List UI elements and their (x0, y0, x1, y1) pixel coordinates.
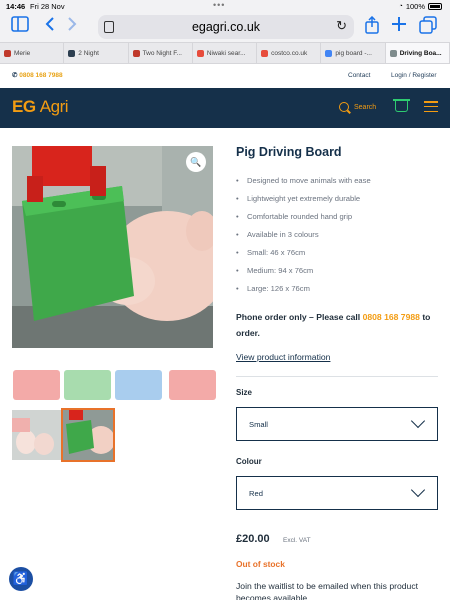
search-button[interactable]: Search (339, 102, 376, 112)
product-main-image[interactable] (12, 146, 213, 348)
contact-link[interactable]: Contact (348, 72, 370, 79)
header-phone-number: 0808 168 7988 (19, 72, 63, 79)
tab-favicon (389, 49, 397, 57)
product-title: Pig Driving Board (236, 145, 342, 159)
browser-tab-bar: Merie 2 Night Two Night F... Niwaki sear… (0, 42, 450, 64)
accessibility-icon[interactable]: ♿ (9, 567, 33, 591)
multitask-dots-icon[interactable]: ••• (213, 0, 225, 10)
tab-label: costco.co.uk (271, 49, 308, 57)
phone-icon: ✆ (12, 72, 18, 79)
forward-arrow-icon[interactable] (62, 16, 82, 36)
tab-5[interactable]: costco.co.uk (257, 43, 322, 63)
hamburger-menu-icon[interactable] (424, 101, 438, 113)
status-bar: 14:46 Fri 28 Nov ••• ◔ 100% (0, 0, 450, 12)
view-product-information-link[interactable]: View product information (236, 352, 330, 362)
price: £20.00 (236, 533, 270, 545)
tab-label: Niwaki sear... (206, 49, 246, 57)
share-icon[interactable] (362, 15, 382, 36)
eg-agri-logo[interactable]: EG Agri (12, 97, 69, 117)
feature-item: Large: 126 x 76cm (236, 280, 371, 298)
size-selected-value: Small (249, 420, 268, 429)
back-arrow-icon[interactable] (40, 16, 60, 36)
tab-label: Two Night F... (142, 49, 182, 57)
tab-label: 2 Night (78, 49, 99, 57)
tab-favicon (325, 49, 333, 57)
order-prefix: Phone order only – Please call (236, 312, 363, 322)
header-phone-link[interactable]: ✆ 0808 168 7988 (12, 71, 63, 79)
tab-7-active[interactable]: Driving Boa... (385, 43, 450, 63)
reload-icon[interactable]: ↻ (336, 18, 347, 34)
basket-icon[interactable] (393, 99, 410, 112)
feature-item: Designed to move animals with ease (236, 172, 371, 190)
status-time: 14:46 (6, 2, 26, 11)
chevron-down-icon (410, 413, 426, 429)
thumbnail-driving-board-photo-selected[interactable] (61, 408, 115, 462)
tab-3[interactable]: Two Night F... (129, 43, 193, 63)
colour-selected-value: Red (249, 489, 263, 498)
tab-favicon (261, 49, 269, 57)
tab-favicon (68, 49, 76, 57)
tab-4[interactable]: Niwaki sear... (193, 43, 258, 63)
colour-select[interactable]: Red (236, 476, 438, 510)
browser-toolbar: egagri.co.uk ↻ (0, 12, 450, 42)
battery-percent: 100% (405, 2, 425, 11)
tab-favicon (4, 49, 11, 57)
order-phone-link[interactable]: 0808 168 7988 (363, 312, 420, 322)
site-top-strip: ✆ 0808 168 7988 Contact Login / Register (0, 64, 450, 86)
sidebar-icon[interactable] (10, 16, 30, 36)
search-label: Search (354, 103, 377, 111)
thumbnail-pigs-photo[interactable] (12, 410, 62, 460)
url-text: egagri.co.uk (191, 20, 261, 34)
size-label: Size (236, 388, 253, 397)
divider (236, 376, 438, 377)
logo-agri: Agri (39, 97, 69, 116)
feature-list: Designed to move animals with ease Light… (236, 172, 371, 298)
battery-indicator: ◔ 100% (399, 2, 442, 11)
tab-label: Merie (14, 49, 31, 57)
logo-eg: EG (12, 97, 36, 116)
vat-note: Excl. VAT (283, 537, 311, 544)
tab-label: pig board -... (335, 49, 372, 57)
feature-item: Comfortable rounded hand grip (236, 208, 371, 226)
battery-icon (428, 3, 442, 10)
tab-2[interactable]: 2 Night (64, 43, 129, 63)
waitlist-text: Join the waitlist to be emailed when thi… (236, 581, 419, 600)
thumbnail-red-board[interactable] (13, 370, 60, 400)
search-icon (339, 102, 349, 112)
site-header: EG Agri Search (0, 88, 450, 128)
tabs-overview-icon[interactable] (418, 16, 438, 36)
tab-label: Driving Boa... (399, 49, 442, 57)
thumbnail-green-board[interactable] (64, 370, 111, 400)
thumbnail-blue-board[interactable] (115, 370, 162, 400)
size-select[interactable]: Small (236, 407, 438, 441)
tab-favicon (132, 49, 140, 57)
colour-label: Colour (236, 457, 262, 466)
new-tab-icon[interactable] (389, 16, 409, 36)
tab-favicon (196, 49, 204, 57)
feature-item: Medium: 94 x 76cm (236, 262, 371, 280)
wifi-icon: ◔ (398, 3, 403, 10)
feature-item: Lightweight yet extremely durable (236, 190, 371, 208)
status-date: Fri 28 Nov (30, 2, 65, 11)
stock-status: Out of stock (236, 559, 285, 569)
thumbnail-red-board-2[interactable] (169, 370, 216, 400)
feature-item: Available in 3 colours (236, 226, 371, 244)
feature-item: Small: 46 x 76cm (236, 244, 371, 262)
tab-6[interactable]: pig board -... (321, 43, 386, 63)
zoom-icon[interactable]: 🔍 (186, 152, 206, 172)
chevron-down-icon (410, 482, 426, 498)
login-register-link[interactable]: Login / Register (391, 72, 437, 79)
phone-order-notice: Phone order only – Please call 0808 168 … (236, 309, 442, 341)
address-bar[interactable]: egagri.co.uk ↻ (98, 15, 354, 39)
tab-1[interactable]: Merie (0, 43, 65, 63)
